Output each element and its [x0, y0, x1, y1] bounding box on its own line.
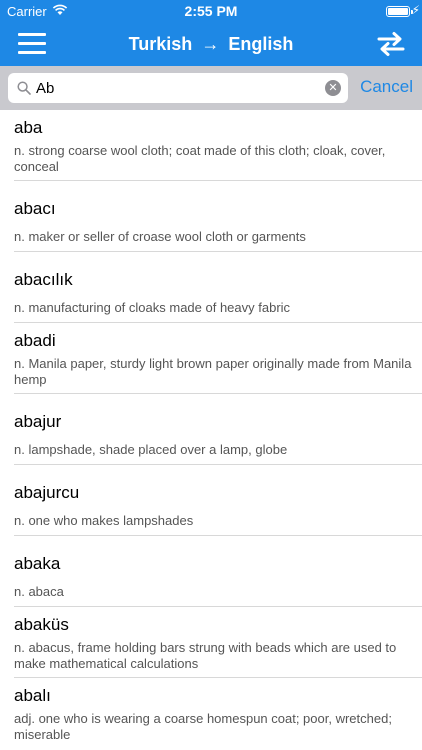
list-item[interactable]: abajurcu n. one who makes lampshades: [0, 465, 422, 536]
entry-definition: n. lampshade, shade placed over a lamp, …: [14, 442, 288, 457]
entry-term: abadi: [14, 331, 56, 350]
entry-term: abacılık: [14, 270, 73, 289]
entry-term: aba: [14, 118, 43, 137]
list-item[interactable]: aba n. strong coarse wool cloth; coat mad…: [0, 110, 422, 181]
search-field[interactable]: ✕: [8, 73, 348, 103]
list-item[interactable]: abadi n. Manila paper, sturdy light brown…: [0, 323, 422, 394]
entry-definition: n. one who makes lampshades: [14, 513, 194, 528]
entry-definition: n. abaca: [14, 584, 64, 599]
results-list: aba n. strong coarse wool cloth; coat mad…: [0, 110, 422, 749]
list-item[interactable]: abaka n. abaca: [0, 536, 422, 607]
entry-term: abaka: [14, 554, 61, 573]
entry-definition: adj. one who is wearing a coarse homespu…: [14, 711, 392, 742]
battery-fill: [388, 8, 408, 15]
swap-arrows-icon[interactable]: [376, 30, 406, 58]
entry-definition: n. maker or seller of croase wool cloth …: [14, 229, 306, 244]
entry-definition: n. manufacturing of cloaks made of heavy…: [14, 300, 291, 315]
list-item[interactable]: abajur n. lampshade, shade placed over a …: [0, 394, 422, 465]
entry-term: abajurcu: [14, 483, 80, 502]
entry-definition: n. Manila paper, sturdy light brown pape…: [14, 356, 412, 387]
status-bar: Carrier 2:55 PM ⚡: [0, 0, 422, 22]
target-language: English: [228, 34, 294, 54]
entry-definition: n. strong coarse wool cloth; coat made o…: [14, 143, 386, 174]
nav-title: Turkish → English: [0, 34, 422, 55]
entry-definition: n. abacus, frame holding bars strung wit…: [14, 640, 397, 671]
entry-term: abaküs: [14, 615, 69, 634]
list-item[interactable]: abalı adj. one who is wearing a coarse ho…: [0, 678, 422, 749]
entry-term: abacı: [14, 199, 56, 218]
clear-x-icon[interactable]: ✕: [325, 80, 341, 96]
search-bar: ✕ Cancel: [0, 66, 422, 110]
entry-term: abalı: [14, 686, 51, 705]
list-item[interactable]: abaküs n. abacus, frame holding bars stru…: [0, 607, 422, 678]
nav-bar: Turkish → English: [0, 22, 422, 66]
direction-arrow: →: [201, 34, 220, 54]
cancel-button[interactable]: Cancel: [360, 77, 413, 97]
list-item[interactable]: abacı n. maker or seller of croase wool c…: [0, 181, 422, 252]
charging-bolt-icon: ⚡: [411, 3, 420, 17]
source-language: Turkish: [128, 34, 193, 54]
entry-term: abajur: [14, 412, 62, 431]
hamburger-menu-icon[interactable]: [18, 33, 46, 55]
list-item[interactable]: abacılık n. manufacturing of cloaks made …: [0, 252, 422, 323]
battery-icon: [386, 6, 413, 17]
search-input[interactable]: [36, 73, 326, 103]
magnifier-icon: [17, 81, 31, 95]
status-time: 2:55 PM: [184, 3, 238, 19]
